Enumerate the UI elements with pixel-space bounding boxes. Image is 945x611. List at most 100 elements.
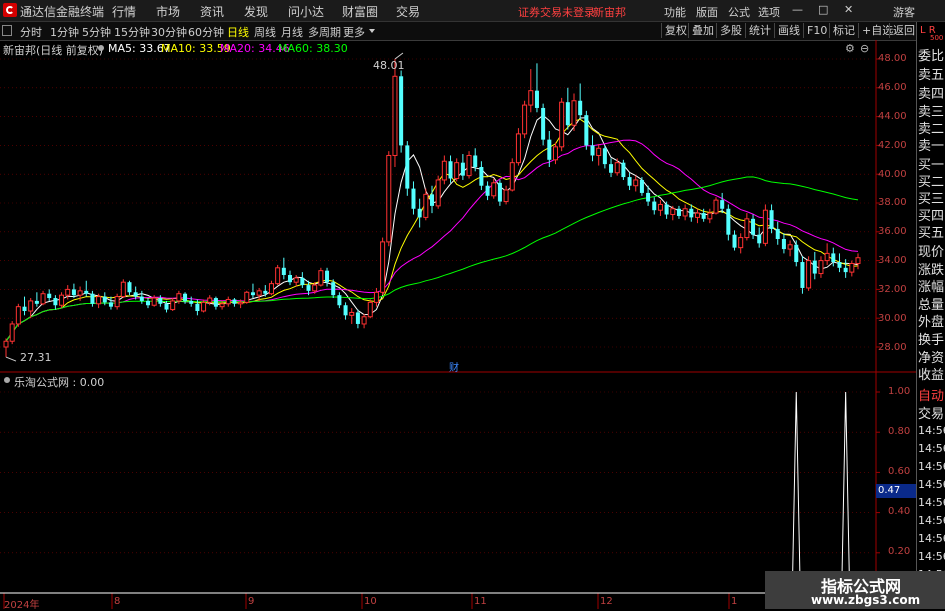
- tick-time: 14:56: [918, 514, 945, 527]
- toolbar-back[interactable]: 返回: [889, 23, 918, 38]
- candle-body: [646, 192, 651, 202]
- period-daily[interactable]: 日线: [227, 24, 249, 40]
- candle-body: [337, 295, 342, 306]
- toolbar-overlay[interactable]: 叠加: [688, 23, 717, 38]
- candle-body: [590, 145, 595, 156]
- candle-body: [367, 301, 373, 318]
- candle-body: [59, 294, 65, 306]
- stock-link[interactable]: 新宙邦: [593, 4, 626, 20]
- menu-item-options[interactable]: 选项: [758, 4, 780, 20]
- candle-body: [676, 208, 681, 216]
- toolbar-adjust[interactable]: 复权: [661, 23, 690, 38]
- trade-label[interactable]: 交易: [918, 403, 944, 422]
- menu-item-layout[interactable]: 版面: [696, 4, 718, 20]
- period-multi[interactable]: 多周期: [308, 24, 341, 40]
- period-60min[interactable]: 60分钟: [188, 24, 224, 40]
- y-tick-label: 28.00: [878, 342, 907, 353]
- candle-body: [176, 293, 182, 302]
- candle-body: [263, 290, 268, 294]
- menu-item-trade[interactable]: 交易: [396, 3, 420, 20]
- x-tick-label: 1: [731, 596, 738, 607]
- toolbar-mark[interactable]: 标记: [829, 23, 858, 38]
- tick-time: 14:56: [918, 496, 945, 509]
- period-intraday[interactable]: 分时: [20, 24, 42, 40]
- auto-label[interactable]: 自动: [918, 385, 944, 404]
- candle-body: [392, 75, 398, 156]
- y-tick-label: 38.00: [878, 197, 907, 208]
- period-30min[interactable]: 30分钟: [151, 24, 187, 40]
- candle-body: [386, 154, 392, 243]
- candle-body: [732, 234, 737, 248]
- candle-body: [380, 241, 386, 293]
- menu-item-market[interactable]: 行情: [112, 3, 136, 20]
- toolbar-f10[interactable]: F10: [803, 23, 830, 38]
- candle-body: [515, 133, 521, 164]
- candle-body: [571, 100, 577, 126]
- toolbar-multi-stock[interactable]: 多股: [716, 23, 745, 38]
- menu-item-news[interactable]: 资讯: [200, 3, 224, 20]
- sub-y-tick-label: 0.20: [888, 546, 911, 557]
- config-gear-icon[interactable]: ⚙: [845, 42, 855, 55]
- period-15min[interactable]: 15分钟: [114, 24, 150, 40]
- sub-y-tick-label: 0.80: [888, 426, 911, 437]
- y-tick-label: 48.00: [878, 53, 907, 64]
- menu-item-discover[interactable]: 发现: [244, 3, 268, 20]
- candle-body: [77, 290, 83, 296]
- quote-label: 委比: [918, 49, 945, 64]
- site-watermark: 指标公式网 www.zbgs3.com: [765, 571, 945, 609]
- period-monthly[interactable]: 月线: [281, 24, 303, 40]
- candle-body: [219, 303, 225, 308]
- app-title: 通达信金融终端: [20, 5, 105, 19]
- candle-body: [441, 160, 447, 181]
- candle-body: [435, 179, 441, 207]
- guest-label[interactable]: 游客: [893, 4, 915, 20]
- maximize-icon[interactable]: □: [818, 3, 828, 16]
- y-tick-label: 46.00: [878, 82, 907, 93]
- candle-body: [65, 288, 71, 296]
- candle-body: [71, 289, 76, 296]
- watermark-url: www.zbgs3.com: [811, 593, 921, 607]
- candle-body: [781, 239, 786, 250]
- chevron-down-icon[interactable]: [369, 29, 375, 33]
- sub-settings-dot-icon[interactable]: [4, 377, 10, 383]
- candle-body: [787, 244, 793, 250]
- login-warning[interactable]: 证券交易未登录: [518, 4, 595, 20]
- menu-item-formula[interactable]: 公式: [728, 4, 750, 20]
- period-1min[interactable]: 1分钟: [50, 24, 79, 40]
- finance-mark[interactable]: 财: [449, 359, 459, 374]
- settings-dot-icon[interactable]: [98, 45, 104, 51]
- candle-body: [53, 298, 58, 306]
- candle-body: [824, 252, 830, 262]
- candle-body: [713, 199, 719, 214]
- candle-body: [3, 340, 9, 348]
- kline-chart[interactable]: [0, 40, 916, 609]
- menu-item-markets[interactable]: 市场: [156, 3, 180, 20]
- toolbar-draw[interactable]: 画线: [774, 23, 803, 38]
- candle-body: [293, 277, 299, 283]
- candle-body: [189, 300, 194, 304]
- candle-body: [287, 275, 293, 283]
- panel-toggle-icon[interactable]: [2, 25, 12, 36]
- candle-body: [855, 257, 861, 264]
- candle-body: [225, 298, 231, 305]
- candle-body: [485, 185, 490, 196]
- ma60-label: MA60: 38.30: [278, 42, 348, 55]
- menu-item-function[interactable]: 功能: [664, 4, 686, 20]
- candle-body: [417, 208, 422, 218]
- y-tick-label: 44.00: [878, 111, 907, 122]
- x-tick-label: 12: [600, 596, 613, 607]
- menu-item-community[interactable]: 财富圈: [342, 3, 378, 20]
- close-icon[interactable]: ✕: [844, 3, 853, 16]
- period-more[interactable]: 更多: [343, 24, 365, 40]
- candle-body: [300, 277, 305, 286]
- minimize-icon[interactable]: —: [792, 3, 803, 16]
- x-tick-label: 11: [474, 596, 487, 607]
- menu-item-assistant[interactable]: 问小达: [288, 3, 324, 20]
- period-5min[interactable]: 5分钟: [82, 24, 111, 40]
- period-weekly[interactable]: 周线: [254, 24, 276, 40]
- zoom-icon[interactable]: ⊖: [860, 42, 869, 55]
- app-logo-icon: [3, 3, 17, 17]
- candle-body: [670, 208, 676, 216]
- toolbar-stats[interactable]: 统计: [745, 23, 774, 38]
- indicator-line: [0, 391, 870, 594]
